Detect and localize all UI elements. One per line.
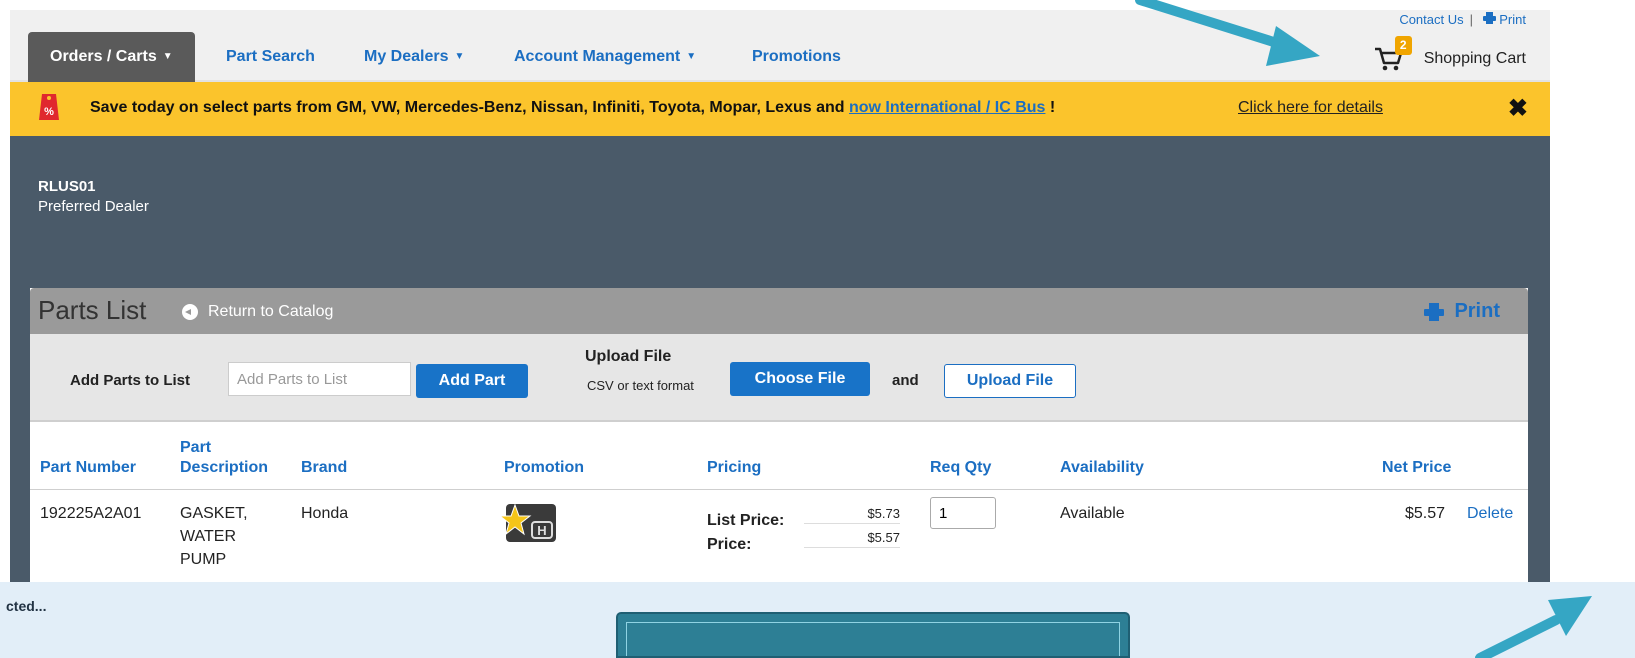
req-qty-input[interactable] — [930, 497, 996, 529]
return-to-catalog-label: Return to Catalog — [208, 303, 334, 320]
parts-list-header: Parts List Return to Catalog Print — [30, 288, 1528, 334]
col-net-price[interactable]: Net Price — [1382, 458, 1451, 478]
and-label: and — [892, 372, 919, 389]
svg-text:%: % — [44, 106, 54, 118]
separator: | — [1469, 12, 1474, 27]
promotion-star-icon[interactable]: H — [498, 502, 558, 544]
col-brand[interactable]: Brand — [301, 458, 347, 478]
banner-text: Save today on select parts from GM, VW, … — [90, 99, 849, 116]
panel-print-button[interactable]: Print — [1424, 300, 1500, 323]
table-row: 192225A2A01 GASKET, WATER PUMP Honda H L… — [30, 490, 1528, 590]
close-icon[interactable]: ✖ — [1508, 94, 1528, 123]
upload-file-title: Upload File — [585, 348, 672, 365]
parts-list-panel: Parts List Return to Catalog Print Add P… — [30, 288, 1528, 588]
cart-icon: 2 — [1374, 36, 1412, 72]
tab-part-search-label: Part Search — [226, 48, 315, 65]
banner-text-end: ! — [1045, 99, 1056, 116]
col-part-number[interactable]: Part Number — [40, 458, 136, 478]
col-part-desc-line1[interactable]: Part — [180, 438, 211, 458]
chevron-down-icon: ▼ — [162, 51, 173, 62]
top-print-link[interactable]: Print — [1499, 12, 1526, 27]
tab-account-management-label: Account Management — [514, 48, 681, 66]
banner-details-link[interactable]: Click here for details — [1238, 99, 1383, 117]
status-text: cted... — [6, 598, 47, 614]
print-icon — [1424, 302, 1445, 321]
shopping-cart[interactable]: 2 Shopping Cart — [1374, 36, 1526, 72]
svg-text:H: H — [537, 523, 546, 538]
tab-orders-carts[interactable]: Orders / Carts ▼ — [28, 32, 195, 82]
tab-promotions-label: Promotions — [752, 48, 841, 65]
tab-account-management[interactable]: Account Management ▼ — [514, 32, 696, 82]
cell-desc-line2: WATER — [180, 528, 236, 545]
list-price-label: List Price: — [707, 512, 785, 529]
tab-my-dealers[interactable]: My Dealers ▼ — [364, 32, 464, 82]
panel-title: Parts List — [38, 295, 147, 325]
promo-banner: % Save today on select parts from GM, VW… — [10, 82, 1550, 136]
cell-brand: Honda — [301, 505, 349, 522]
international-ic-bus-link[interactable]: now International / IC Bus — [849, 99, 1045, 116]
upload-file-button[interactable]: Upload File — [944, 364, 1076, 398]
list-price-value: $5.73 — [804, 506, 900, 524]
upload-format-hint: CSV or text format — [587, 378, 694, 393]
cart-count-badge: 2 — [1394, 36, 1412, 55]
chevron-down-icon: ▼ — [686, 51, 697, 62]
price-label: Price: — [707, 536, 752, 553]
choose-file-button[interactable]: Choose File — [730, 362, 870, 396]
add-parts-toolbar: Add Parts to List Add Part Upload File C… — [30, 334, 1528, 422]
tab-part-search[interactable]: Part Search — [226, 32, 315, 82]
tab-promotions[interactable]: Promotions — [752, 32, 841, 82]
col-availability[interactable]: Availability — [1060, 458, 1144, 478]
parts-table-header: Part Number Part Description Brand Promo… — [30, 422, 1528, 490]
return-to-catalog-link[interactable]: Return to Catalog — [182, 303, 333, 321]
add-parts-input[interactable] — [228, 362, 411, 396]
overlay-dialog-frame — [616, 612, 1130, 658]
add-part-button[interactable]: Add Part — [416, 364, 528, 398]
top-nav: Orders / Carts ▼ Part Search My Dealers ▼ … — [10, 10, 1550, 82]
col-req-qty[interactable]: Req Qty — [930, 458, 991, 478]
col-promotion[interactable]: Promotion — [504, 458, 584, 478]
back-circle-icon — [182, 304, 198, 320]
overlay-dialog-inner — [626, 622, 1120, 656]
cell-net-price: $5.57 — [1405, 505, 1446, 522]
dealer-type: Preferred Dealer — [38, 198, 149, 215]
cell-desc-line3: PUMP — [180, 551, 227, 568]
cell-availability: Available — [1060, 505, 1125, 522]
sale-tag-icon: % — [38, 90, 60, 124]
cell-desc-line1: GASKET, — [180, 505, 248, 522]
delete-link[interactable]: Delete — [1467, 504, 1513, 524]
contact-us-link[interactable]: Contact Us — [1399, 12, 1463, 27]
banner-message: Save today on select parts from GM, VW, … — [90, 99, 1055, 117]
price-value: $5.57 — [804, 530, 900, 548]
col-part-desc-line2[interactable]: Description — [180, 458, 268, 478]
shopping-cart-label: Shopping Cart — [1423, 50, 1526, 67]
top-links: Contact Us | Print — [1399, 12, 1526, 27]
print-icon — [1479, 12, 1499, 27]
add-parts-label: Add Parts to List — [70, 372, 191, 389]
chevron-down-icon: ▼ — [454, 51, 465, 62]
dealer-code: RLUS01 — [38, 178, 96, 195]
cell-part-number: 192225A2A01 — [40, 505, 142, 522]
tab-my-dealers-label: My Dealers — [364, 48, 449, 66]
tab-orders-carts-label: Orders / Carts — [50, 48, 157, 66]
panel-print-label: Print — [1454, 300, 1500, 322]
col-pricing[interactable]: Pricing — [707, 458, 761, 478]
